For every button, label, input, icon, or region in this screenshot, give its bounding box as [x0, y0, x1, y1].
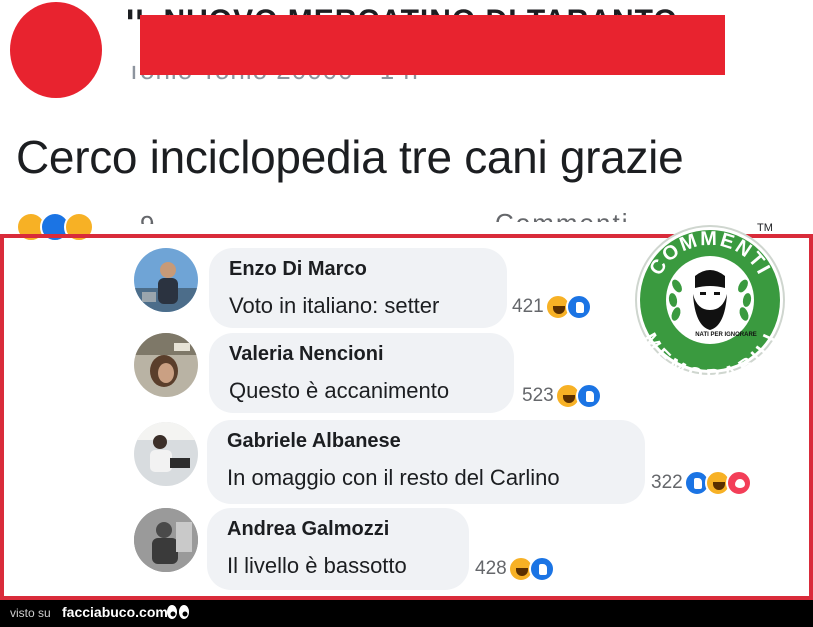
comment-text: Voto in italiano: setter — [229, 293, 440, 318]
commenter-avatar[interactable] — [134, 508, 198, 572]
comment-reactions[interactable]: 322 — [651, 470, 752, 496]
comment-reactions[interactable]: 428 — [475, 556, 555, 582]
comment-bubble[interactable]: Gabriele Albanese In omaggio con il rest… — [207, 420, 645, 504]
post-text: Cerco inciclopedia tre cani grazie — [16, 131, 684, 183]
commenter-avatar[interactable] — [134, 422, 198, 486]
logo-center-text: NATI PER IGNORARE — [695, 332, 757, 338]
reaction-count: 322 — [651, 472, 683, 493]
like-icon — [575, 383, 602, 409]
commenti-memorabili-logo: COMMENTI MEMORABILI NATI PER IGNORARE — [633, 214, 787, 387]
comment-text: Il livello è bassotto — [227, 553, 407, 578]
like-icon — [528, 556, 555, 582]
commenter-name[interactable]: Andrea Galmozzi — [227, 518, 451, 541]
comment-bubble[interactable]: Valeria Nencioni Questo è accanimento — [209, 333, 514, 413]
group-avatar[interactable] — [10, 2, 102, 98]
eyes-icon — [167, 605, 189, 619]
redaction-bar — [140, 15, 725, 75]
visto-su-label: visto su — [10, 606, 51, 620]
comment-bubble[interactable]: Andrea Galmozzi Il livello è bassotto — [207, 508, 469, 590]
reaction-count: 421 — [512, 296, 544, 317]
watermark-bar: visto su facciabuco.com — [0, 600, 813, 627]
like-icon — [565, 294, 592, 320]
love-icon — [725, 470, 752, 496]
comment-reactions[interactable]: 523 — [522, 383, 602, 409]
commenter-avatar[interactable] — [134, 333, 198, 397]
comment-reactions[interactable]: 421 — [512, 294, 592, 320]
reaction-count: 523 — [522, 385, 554, 406]
commenter-name[interactable]: Gabriele Albanese — [227, 430, 627, 453]
comment-text: Questo è accanimento — [229, 378, 450, 403]
reaction-count: 428 — [475, 558, 507, 579]
comment-bubble[interactable]: Enzo Di Marco Voto in italiano: setter — [209, 248, 507, 328]
commenter-avatar[interactable] — [134, 248, 198, 312]
commenter-name[interactable]: Enzo Di Marco — [229, 258, 489, 281]
commenter-name[interactable]: Valeria Nencioni — [229, 343, 496, 366]
facciabuco-brand[interactable]: facciabuco.com — [62, 604, 168, 620]
comment-text: In omaggio con il resto del Carlino — [227, 465, 560, 490]
